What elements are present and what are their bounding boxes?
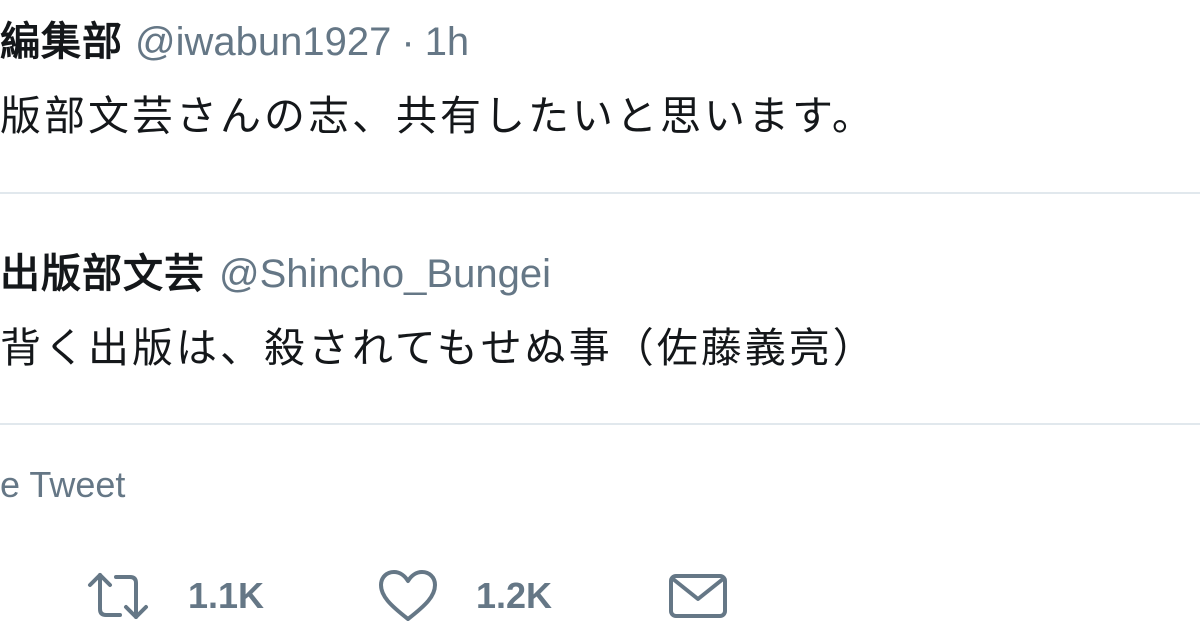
divider — [0, 423, 1200, 425]
divider — [0, 192, 1200, 194]
heart-icon — [378, 569, 438, 623]
tweet-header: 編集部 @iwabun1927 · 1h — [0, 14, 469, 70]
like-count: 1.2K — [476, 575, 553, 616]
separator-dot: · — [401, 20, 415, 64]
tweet-text: 版部文芸さんの志、共有したいと思います。 — [0, 92, 876, 140]
author-name[interactable]: 編集部 — [0, 19, 123, 65]
quoted-tweet-header[interactable]: 出版部文芸 @Shincho_Bungei — [0, 246, 551, 302]
quoted-author-name[interactable]: 出版部文芸 — [0, 251, 205, 297]
retweet-count: 1.1K — [188, 575, 265, 616]
tweet-page: 編集部 @iwabun1927 · 1h 版部文芸さんの志、共有したいと思います。 出… — [0, 0, 1200, 629]
tweet-actions: 1.1K 1.2K — [0, 566, 1200, 626]
retweet-button[interactable]: 1.1K — [86, 566, 264, 626]
quoted-author-handle[interactable]: @Shincho_Bungei — [219, 252, 551, 296]
author-handle[interactable]: @iwabun1927 — [135, 20, 391, 64]
direct-message-button[interactable] — [668, 566, 728, 626]
retweet-icon — [86, 571, 150, 621]
quoted-tweet-text[interactable]: 背く出版は、殺されてもせぬ事（佐藤義亮） — [0, 318, 877, 378]
like-button[interactable]: 1.2K — [378, 566, 552, 626]
quote-tweet-link[interactable]: e Tweet — [0, 462, 125, 508]
envelope-icon — [668, 571, 728, 621]
tweet-timestamp[interactable]: 1h — [425, 20, 470, 64]
